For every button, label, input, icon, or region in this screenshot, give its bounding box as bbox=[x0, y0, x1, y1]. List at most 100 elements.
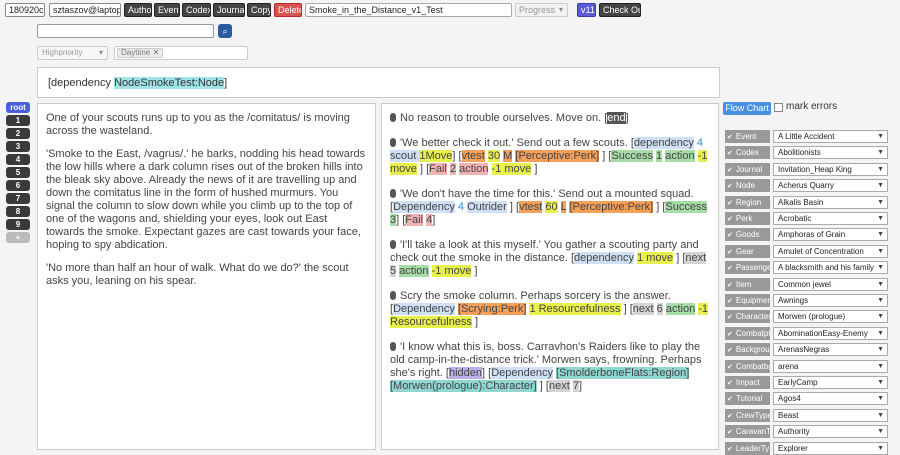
event-button[interactable]: Event bbox=[154, 3, 180, 17]
field-select-item[interactable]: Common jewel ▼ bbox=[773, 278, 888, 291]
check-icon: ✔ bbox=[727, 298, 733, 305]
field-select-crewtype[interactable]: Beast ▼ bbox=[773, 409, 888, 422]
codex-button[interactable]: Codex bbox=[182, 3, 211, 17]
checkout-button[interactable]: Check Out bbox=[599, 3, 641, 17]
progress-select[interactable]: Progress ▾ bbox=[515, 3, 568, 17]
field-select-value: Acrobatic bbox=[778, 214, 812, 223]
field-select-event[interactable]: A Little Accident ▼ bbox=[773, 130, 888, 143]
journal-button[interactable]: Journal bbox=[213, 3, 245, 17]
field-label-passenger[interactable]: ✔Passenger bbox=[725, 261, 770, 274]
field-label-caravanty[interactable]: ✔CaravanTy bbox=[725, 425, 770, 438]
field-select-perk[interactable]: Acrobatic ▼ bbox=[773, 212, 888, 225]
field-select-passenger[interactable]: A blacksmith and his family ▼ bbox=[773, 261, 888, 274]
field-select-goods[interactable]: Amphoras of Grain ▼ bbox=[773, 228, 888, 241]
nav-item-8[interactable]: 8 bbox=[6, 206, 30, 217]
field-label-text: Item bbox=[735, 280, 752, 289]
document-id: 180920c bbox=[5, 3, 45, 17]
field-label-crewtype[interactable]: ✔ CrewType bbox=[725, 409, 770, 422]
tag-input[interactable]: Daytime ✕ bbox=[114, 46, 248, 60]
field-select-value: Acherus Quarry bbox=[778, 181, 835, 190]
field-label-impact[interactable]: ✔ Impact bbox=[725, 376, 770, 389]
field-select-impact[interactable]: EarlyCamp ▼ bbox=[773, 376, 888, 389]
field-label-tutorial[interactable]: ✔ Tutorial bbox=[725, 392, 770, 405]
option-6[interactable]: 'I know what this is, boss. Carravhon's … bbox=[390, 341, 710, 393]
field-label-region[interactable]: ✔ Region bbox=[725, 196, 770, 209]
search-button[interactable]: ⌕ bbox=[218, 24, 232, 38]
nav-item-9[interactable]: 9 bbox=[6, 219, 30, 230]
option-2[interactable]: 'We better check it out.' Send out a few… bbox=[390, 137, 710, 176]
chevron-down-icon: ▼ bbox=[877, 182, 884, 189]
nav-item-7[interactable]: 7 bbox=[6, 193, 30, 204]
field-label-combatpl[interactable]: ✔ Combatpl bbox=[725, 327, 770, 340]
priority-select[interactable]: Highpriority ▾ bbox=[37, 46, 108, 60]
field-select-value: Amphoras of Grain bbox=[778, 230, 846, 239]
author-button[interactable]: Author bbox=[124, 3, 152, 17]
field-label-background[interactable]: ✔Background bbox=[725, 343, 770, 356]
field-label-combatbg[interactable]: ✔ Combatbg bbox=[725, 360, 770, 373]
field-select-combatpl[interactable]: AbominationEasy-Enemy ▼ bbox=[773, 327, 888, 340]
tag-chip: Daytime ✕ bbox=[117, 48, 164, 58]
field-select-character[interactable]: Morwen (prologue) ▼ bbox=[773, 310, 888, 323]
check-icon: ✔ bbox=[727, 314, 733, 321]
nav-item-4[interactable]: 4 bbox=[6, 154, 30, 165]
nav-root[interactable]: root bbox=[6, 102, 30, 113]
field-label-text: Perk bbox=[735, 214, 753, 223]
field-select-equipment[interactable]: Awnings ▼ bbox=[773, 294, 888, 307]
chevron-down-icon: ▼ bbox=[877, 395, 884, 402]
nav-item-5[interactable]: 5 bbox=[6, 167, 30, 178]
field-label-item[interactable]: ✔ Item bbox=[725, 278, 770, 291]
copy-button[interactable]: Copy bbox=[247, 3, 271, 17]
chevron-down-icon: ▼ bbox=[877, 379, 884, 386]
field-label-goods[interactable]: ✔ Goods bbox=[725, 228, 770, 241]
field-label-text: CaravanTy bbox=[735, 427, 770, 436]
field-label-leaderty[interactable]: ✔ LeaderTy bbox=[725, 442, 770, 455]
field-select-value: EarlyCamp bbox=[778, 378, 818, 387]
field-label-equipment[interactable]: ✔Equipment bbox=[725, 294, 770, 307]
check-icon: ✔ bbox=[727, 232, 733, 239]
close-icon[interactable]: ✕ bbox=[153, 48, 160, 57]
bullet-icon bbox=[390, 342, 396, 351]
field-select-node[interactable]: Acherus Quarry ▼ bbox=[773, 179, 888, 192]
delete-button[interactable]: Delete bbox=[274, 3, 302, 17]
field-label-text: LeaderTy bbox=[735, 444, 770, 453]
field-label-perk[interactable]: ✔ Perk bbox=[725, 212, 770, 225]
field-select-value: Amulet of Concentration bbox=[778, 247, 864, 256]
nav-add-button[interactable]: + bbox=[6, 232, 30, 243]
nav-item-1[interactable]: 1 bbox=[6, 115, 30, 126]
flow-chart-button[interactable]: Flow Chart bbox=[723, 102, 771, 115]
field-select-value: A Little Accident bbox=[778, 132, 835, 141]
field-label-codex[interactable]: ✔ Codex bbox=[725, 146, 770, 159]
field-label-node[interactable]: ✔ Node bbox=[725, 179, 770, 192]
field-label-gear[interactable]: ✔ Gear bbox=[725, 245, 770, 258]
nav-item-3[interactable]: 3 bbox=[6, 141, 30, 152]
field-select-journal[interactable]: Invitation_Heap King ▼ bbox=[773, 163, 888, 176]
field-select-region[interactable]: Alkalis Basin ▼ bbox=[773, 196, 888, 209]
mark-errors-checkbox[interactable] bbox=[774, 103, 783, 112]
field-select-combatbg[interactable]: arena ▼ bbox=[773, 360, 888, 373]
field-select-leaderty[interactable]: Explorer ▼ bbox=[773, 442, 888, 455]
dependency-field[interactable]: [dependency NodeSmokeTest:Node] bbox=[37, 67, 720, 98]
options-editor[interactable]: No reason to trouble ourselves. Move on.… bbox=[381, 103, 719, 450]
option-5[interactable]: Scry the smoke column. Perhaps sorcery i… bbox=[390, 290, 710, 329]
title-input[interactable]: Smoke_in_the_Distance_v1_Test bbox=[305, 3, 512, 17]
field-select-background[interactable]: ArenasNegras ▼ bbox=[773, 343, 888, 356]
field-label-character[interactable]: ✔ Character bbox=[725, 310, 770, 323]
check-icon: ✔ bbox=[727, 380, 733, 387]
nav-item-2[interactable]: 2 bbox=[6, 128, 30, 139]
option-1[interactable]: No reason to trouble ourselves. Move on.… bbox=[390, 112, 710, 125]
search-input[interactable] bbox=[37, 24, 214, 38]
bullet-icon bbox=[390, 291, 396, 300]
option-4[interactable]: 'I'll take a look at this myself.' You g… bbox=[390, 239, 710, 278]
field-label-journal[interactable]: ✔ Journal bbox=[725, 163, 770, 176]
option-3[interactable]: 'We don't have the time for this.' Send … bbox=[390, 188, 710, 227]
field-select-value: Agos4 bbox=[778, 394, 801, 403]
chevron-down-icon: ▼ bbox=[877, 313, 884, 320]
field-select-tutorial[interactable]: Agos4 ▼ bbox=[773, 392, 888, 405]
narrative-editor[interactable]: One of your scouts runs up to you as the… bbox=[37, 103, 376, 450]
field-select-caravanty[interactable]: Authority ▼ bbox=[773, 425, 888, 438]
field-select-gear[interactable]: Amulet of Concentration ▼ bbox=[773, 245, 888, 258]
nav-item-6[interactable]: 6 bbox=[6, 180, 30, 191]
bullet-icon bbox=[390, 113, 396, 122]
field-select-codex[interactable]: Abolitionists ▼ bbox=[773, 146, 888, 159]
field-label-event[interactable]: ✔ Event bbox=[725, 130, 770, 143]
